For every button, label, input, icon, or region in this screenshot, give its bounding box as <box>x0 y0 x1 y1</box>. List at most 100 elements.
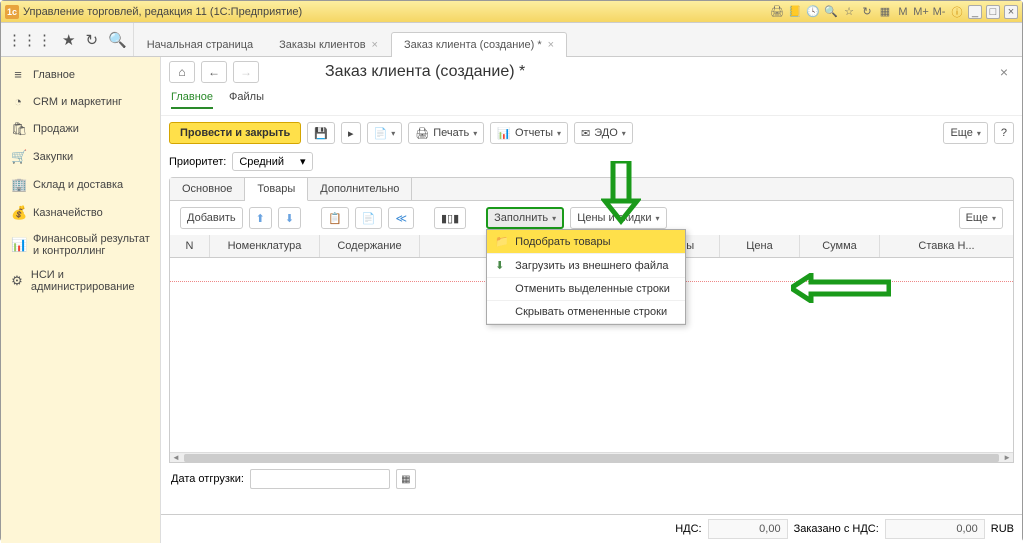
info-icon[interactable]: ⓘ <box>950 5 964 19</box>
fill-load-file[interactable]: ⬇Загрузить из внешнего файла <box>487 254 685 278</box>
forward-button[interactable]: → <box>233 61 259 83</box>
toolbar-main: Провести и закрыть 💾 ▸ 📄▾ 🖨Печать▾ 📊Отче… <box>161 116 1022 150</box>
guide-arrow-down <box>601 161 641 225</box>
crm-icon: ◔ <box>11 94 25 109</box>
edo-button[interactable]: ✉ЭДО▾ <box>574 122 633 144</box>
app-logo: 1c <box>5 5 19 19</box>
post-icon: ▸ <box>348 127 354 140</box>
itab-main[interactable]: Основное <box>170 178 245 200</box>
col-nomen[interactable]: Номенклатура <box>210 235 320 257</box>
menu-icon: ≡ <box>11 67 25 82</box>
sidebar-item-main[interactable]: ≡Главное <box>1 61 160 88</box>
printer-icon: 🖨 <box>415 127 429 140</box>
move-up-button[interactable]: ⬆ <box>249 207 272 229</box>
m-icon[interactable]: M <box>896 5 910 19</box>
scan-button[interactable]: ▮▯▮ <box>434 207 466 229</box>
more-goods-button[interactable]: Еще▾ <box>959 207 1003 229</box>
horizontal-scrollbar[interactable] <box>170 452 1013 462</box>
fill-dropdown: 📁Подобрать товары ⬇Загрузить из внешнего… <box>486 229 686 325</box>
fill-button[interactable]: Заполнить▾ <box>486 207 564 229</box>
bag-icon: 🛍 <box>11 121 25 137</box>
building-icon: 🏢 <box>11 177 25 193</box>
post-button[interactable]: ▸ <box>341 122 361 144</box>
fill-cancel-selected[interactable]: Отменить выделенные строки <box>487 278 685 301</box>
tab-orders[interactable]: Заказы клиентов× <box>266 32 391 57</box>
close-window-button[interactable]: × <box>1004 5 1018 19</box>
clock-icon[interactable]: 🕓 <box>806 5 820 19</box>
topbar: ⋮⋮⋮ ★ ↻ 🔍 Начальная страница Заказы клие… <box>1 23 1022 57</box>
move-down-button[interactable]: ⬇ <box>278 207 301 229</box>
content: ⌂ ← → Заказ клиента (создание) * × Главн… <box>161 57 1022 543</box>
folder-icon: 📁 <box>495 235 509 248</box>
doc-icon: 📄 <box>374 127 388 140</box>
history-icon[interactable]: ↻ <box>85 31 98 49</box>
tab-home[interactable]: Начальная страница <box>134 32 266 57</box>
itab-extra[interactable]: Дополнительно <box>308 178 412 200</box>
save-button[interactable]: 💾 <box>307 122 335 144</box>
search-icon[interactable]: 🔍 <box>824 5 838 19</box>
topbar-icon-group: ⋮⋮⋮ ★ ↻ 🔍 <box>1 23 134 56</box>
gear-icon: ⚙ <box>11 273 23 289</box>
book-icon[interactable]: 📒 <box>788 5 802 19</box>
money-icon: 💰 <box>11 205 25 221</box>
close-icon[interactable]: × <box>548 39 554 51</box>
col-n[interactable]: N <box>170 235 210 257</box>
print-button[interactable]: 🖨Печать▾ <box>408 122 484 144</box>
import-icon: ⬇ <box>495 259 509 272</box>
toolbar-goods: Добавить ⬆ ⬇ 📋 📄 ≪ ▮▯▮ Заполнить▾ 📁Подоб… <box>169 201 1014 235</box>
save-icon: 💾 <box>314 127 328 140</box>
sidebar-item-warehouse[interactable]: 🏢Склад и доставка <box>1 171 160 199</box>
col-sum[interactable]: Сумма <box>800 235 880 257</box>
create-based-button[interactable]: 📄▾ <box>367 122 403 144</box>
paste-button[interactable]: 📄 <box>355 207 383 229</box>
chevron-down-icon: ▾ <box>300 155 306 168</box>
print-icon[interactable]: 🖨 <box>770 5 784 19</box>
minimize-button[interactable]: _ <box>968 5 982 19</box>
maximize-button[interactable]: □ <box>986 5 1000 19</box>
col-price[interactable]: Цена <box>720 235 800 257</box>
subtab-main[interactable]: Главное <box>171 91 213 109</box>
back-button[interactable]: ← <box>201 61 227 83</box>
paste-icon: 📄 <box>362 212 376 225</box>
titlebar: 1c Управление торговлей, редакция 11 (1С… <box>1 1 1022 23</box>
home-button[interactable]: ⌂ <box>169 61 195 83</box>
favorite-icon[interactable]: ★ <box>62 31 75 49</box>
ship-date-input[interactable] <box>250 469 390 489</box>
refresh-icon[interactable]: ↻ <box>860 5 874 19</box>
close-icon[interactable]: × <box>372 39 378 51</box>
tab-order-create[interactable]: Заказ клиента (создание) *× <box>391 32 567 57</box>
col-vat[interactable]: Ставка Н... <box>880 235 1013 257</box>
reports-button[interactable]: 📊Отчеты▾ <box>490 122 568 144</box>
sidebar-item-crm[interactable]: ◔CRM и маркетинг <box>1 88 160 115</box>
arrow-up-icon: ⬆ <box>256 212 265 225</box>
col-content[interactable]: Содержание <box>320 235 420 257</box>
sidebar-item-admin[interactable]: ⚙НСИ и администрирование <box>1 263 160 299</box>
calendar-icon: ▦ <box>401 474 410 485</box>
help-button[interactable]: ? <box>994 122 1014 144</box>
add-button[interactable]: Добавить <box>180 207 243 229</box>
fill-hide-cancelled[interactable]: Скрывать отмененные строки <box>487 301 685 324</box>
more-button[interactable]: Еще▾ <box>943 122 987 144</box>
calendar-button[interactable]: ▦ <box>396 469 416 489</box>
sidebar-item-finance[interactable]: 📊Финансовый результат и контроллинг <box>1 227 160 263</box>
sidebar-item-treasury[interactable]: 💰Казначейство <box>1 199 160 227</box>
star-icon[interactable]: ☆ <box>842 5 856 19</box>
fill-pick-goods[interactable]: 📁Подобрать товары <box>487 230 685 254</box>
ship-row: Дата отгрузки: ▦ <box>161 463 1022 495</box>
apps-icon[interactable]: ⋮⋮⋮ <box>7 31 52 49</box>
close-page-button[interactable]: × <box>994 64 1014 80</box>
sidebar-item-sales[interactable]: 🛍Продажи <box>1 115 160 143</box>
m-minus-icon[interactable]: M- <box>932 5 946 19</box>
post-close-button[interactable]: Провести и закрыть <box>169 122 301 144</box>
subtab-files[interactable]: Файлы <box>229 91 264 109</box>
search-top-icon[interactable]: 🔍 <box>108 31 127 49</box>
calc-icon[interactable]: ▦ <box>878 5 892 19</box>
itab-goods[interactable]: Товары <box>245 178 308 201</box>
sidebar-item-purchases[interactable]: 🛒Закупки <box>1 143 160 171</box>
copy-button[interactable]: 📋 <box>321 207 349 229</box>
priority-label: Приоритет: <box>169 156 226 168</box>
priority-select[interactable]: Средний▾ <box>232 152 312 171</box>
m-plus-icon[interactable]: M+ <box>914 5 928 19</box>
titlebar-icons: 🖨 📒 🕓 🔍 ☆ ↻ ▦ M M+ M- ⓘ _ □ × <box>770 5 1018 19</box>
share-button[interactable]: ≪ <box>388 207 414 229</box>
